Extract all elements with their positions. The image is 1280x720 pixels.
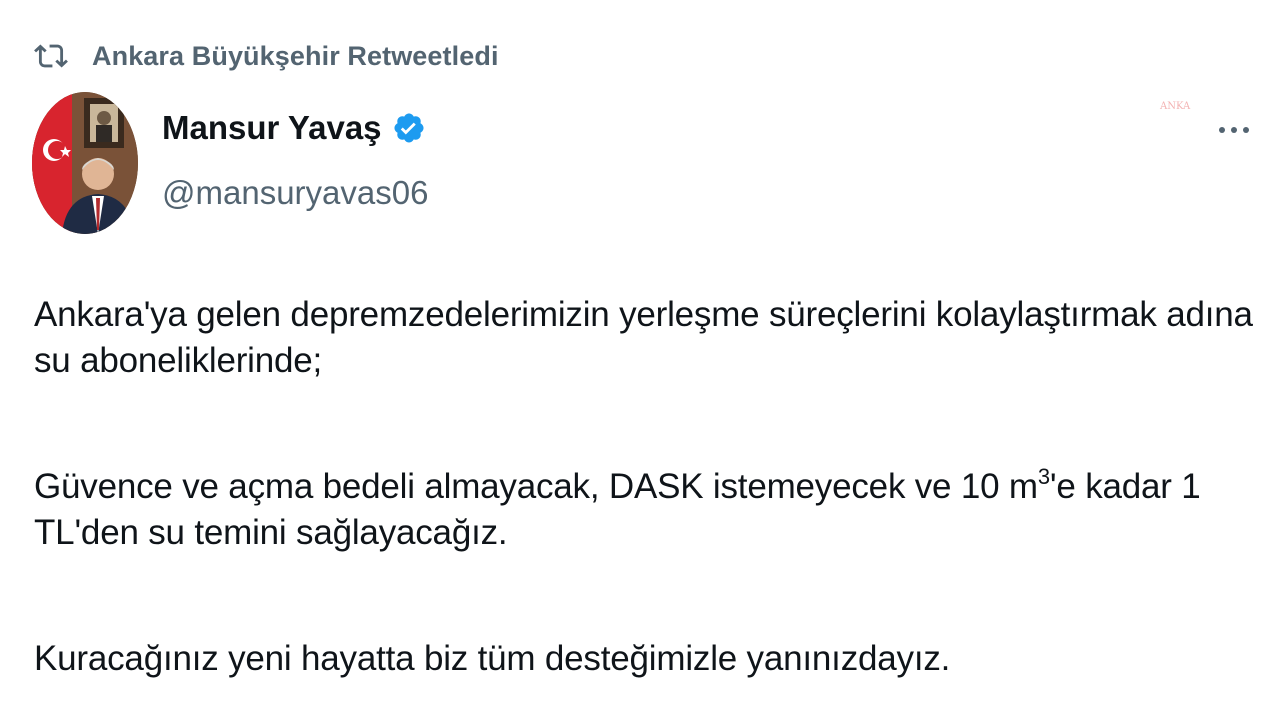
watermark: ANKA [1160, 101, 1191, 112]
superscript: 3 [1037, 464, 1050, 490]
tweet-text: Ankara'ya gelen depremzedelerimizin yerl… [34, 292, 1274, 682]
retweet-icon [34, 39, 68, 73]
verified-badge-icon[interactable] [392, 111, 426, 145]
tweet-paragraph: Ankara'ya gelen depremzedelerimizin yerl… [34, 295, 1253, 380]
user-handle[interactable]: @mansuryavas06 [162, 174, 428, 212]
tweet-text-segment: Güvence ve açma bedeli almayacak, DASK i… [34, 467, 1038, 506]
retweet-context[interactable]: Ankara Büyükşehir Retweetledi [34, 36, 499, 76]
display-name[interactable]: Mansur Yavaş [162, 109, 382, 147]
tweet-paragraph: Güvence ve açma bedeli almayacak, DASK i… [34, 464, 1274, 556]
tweet-card[interactable]: Ankara Büyükşehir Retweetledi Mansur Yav… [0, 0, 1280, 720]
retweet-label: Ankara Büyükşehir Retweetledi [92, 40, 499, 71]
avatar[interactable] [32, 92, 138, 234]
tweet-paragraph: Kuracağınız yeni hayatta biz tüm desteği… [34, 639, 951, 678]
author-info[interactable]: Mansur Yavaş @mansuryavas06 [162, 104, 428, 212]
more-options-icon[interactable] [1216, 112, 1252, 148]
